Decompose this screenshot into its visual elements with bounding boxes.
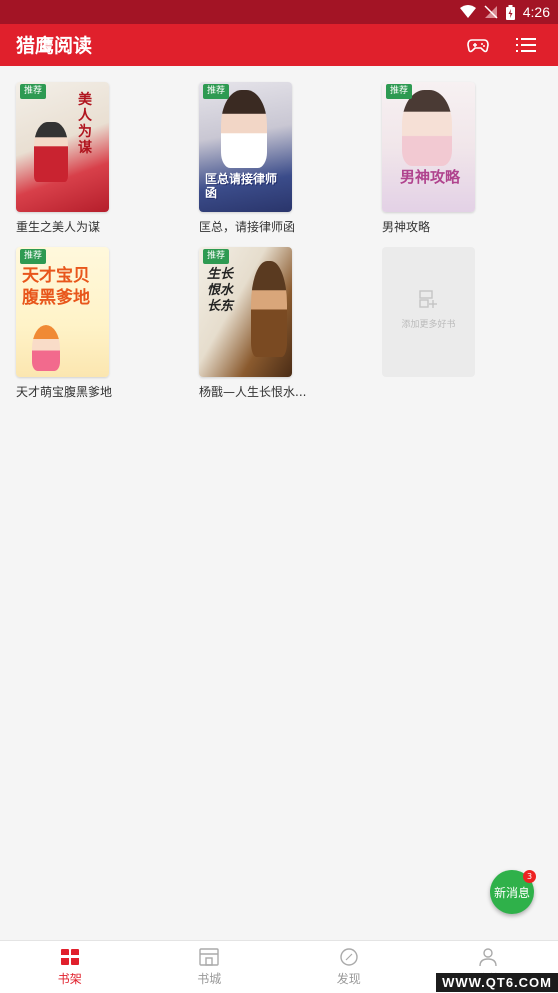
nav-item-store[interactable]: 书城 [140, 941, 280, 993]
new-message-button[interactable]: 新消息 3 [490, 870, 534, 914]
book-cover[interactable]: 天才宝贝腹黑爹地 推荐 [16, 247, 109, 377]
bookshelf-icon [59, 947, 81, 967]
gamepad-icon [467, 36, 489, 54]
wifi-icon [460, 5, 476, 19]
book-cover[interactable]: 生长恨水长东 推荐 [199, 247, 292, 377]
nav-item-discover[interactable]: 发现 [279, 941, 419, 993]
cover-figure [402, 90, 452, 166]
book-item[interactable]: 生长恨水长东 推荐 杨戬—人生长恨水... [199, 247, 359, 400]
status-bar: 4:26 [0, 0, 558, 24]
book-title: 杨戬—人生长恨水... [199, 383, 309, 400]
cover-figure [34, 122, 68, 182]
status-time: 4:26 [523, 4, 550, 20]
list-icon [516, 37, 536, 53]
cover-title-art: 天才宝贝腹黑爹地 [22, 265, 106, 309]
book-item[interactable]: 天才宝贝腹黑爹地 推荐 天才萌宝腹黑爹地 [16, 247, 176, 400]
add-more-books-button[interactable]: 添加更多好书 [382, 247, 475, 377]
cover-title-art: 美人为谋 [78, 92, 94, 156]
no-signal-icon [484, 5, 498, 19]
nav-item-bookshelf[interactable]: 书架 [0, 941, 140, 993]
book-cover[interactable]: 美人为谋 推荐 [16, 82, 109, 212]
cover-title-art: 生长恨水长东 [207, 267, 243, 315]
app-actions [466, 33, 538, 57]
nav-label: 书架 [58, 970, 82, 987]
cover-title-art: 男神攻略 [390, 166, 470, 187]
battery-icon [506, 5, 515, 20]
book-title: 天才萌宝腹黑爹地 [16, 383, 126, 400]
store-icon [198, 947, 220, 967]
add-book-icon [418, 289, 438, 309]
book-title: 男神攻略 [382, 218, 492, 235]
cover-figure [221, 90, 267, 168]
list-menu-button[interactable] [514, 33, 538, 57]
app-title: 猎鹰阅读 [16, 31, 92, 58]
compass-icon [338, 947, 360, 967]
site-watermark: WWW.QT6.COM [436, 973, 558, 992]
cover-figure [32, 325, 60, 371]
bookshelf: 美人为谋 推荐 重生之美人为谋 匡总请接律师函 推荐 匡总，请接律师函 男神攻略… [0, 66, 558, 940]
recommend-tag: 推荐 [203, 84, 229, 99]
app-bar: 猎鹰阅读 [0, 24, 558, 66]
cover-title-art: 匡总请接律师函 [205, 172, 285, 200]
nav-label: 书城 [197, 970, 221, 987]
nav-label: 发现 [337, 970, 361, 987]
game-controller-button[interactable] [466, 33, 490, 57]
recommend-tag: 推荐 [386, 84, 412, 99]
recommend-tag: 推荐 [20, 84, 46, 99]
user-icon [477, 947, 499, 967]
cover-figure [251, 261, 287, 357]
book-title: 匡总，请接律师函 [199, 218, 309, 235]
book-cover[interactable]: 男神攻略 推荐 [382, 82, 475, 212]
book-item[interactable]: 匡总请接律师函 推荐 匡总，请接律师函 [199, 82, 359, 235]
add-more-label: 添加更多好书 [382, 317, 475, 330]
book-item[interactable]: 男神攻略 推荐 男神攻略 [382, 82, 542, 235]
book-title: 重生之美人为谋 [16, 218, 126, 235]
message-count-badge: 3 [523, 870, 536, 883]
book-cover[interactable]: 匡总请接律师函 推荐 [199, 82, 292, 212]
status-icons: 4:26 [460, 0, 550, 24]
recommend-tag: 推荐 [20, 249, 46, 264]
book-item[interactable]: 美人为谋 推荐 重生之美人为谋 [16, 82, 176, 235]
recommend-tag: 推荐 [203, 249, 229, 264]
new-message-label: 新消息 [494, 884, 530, 901]
